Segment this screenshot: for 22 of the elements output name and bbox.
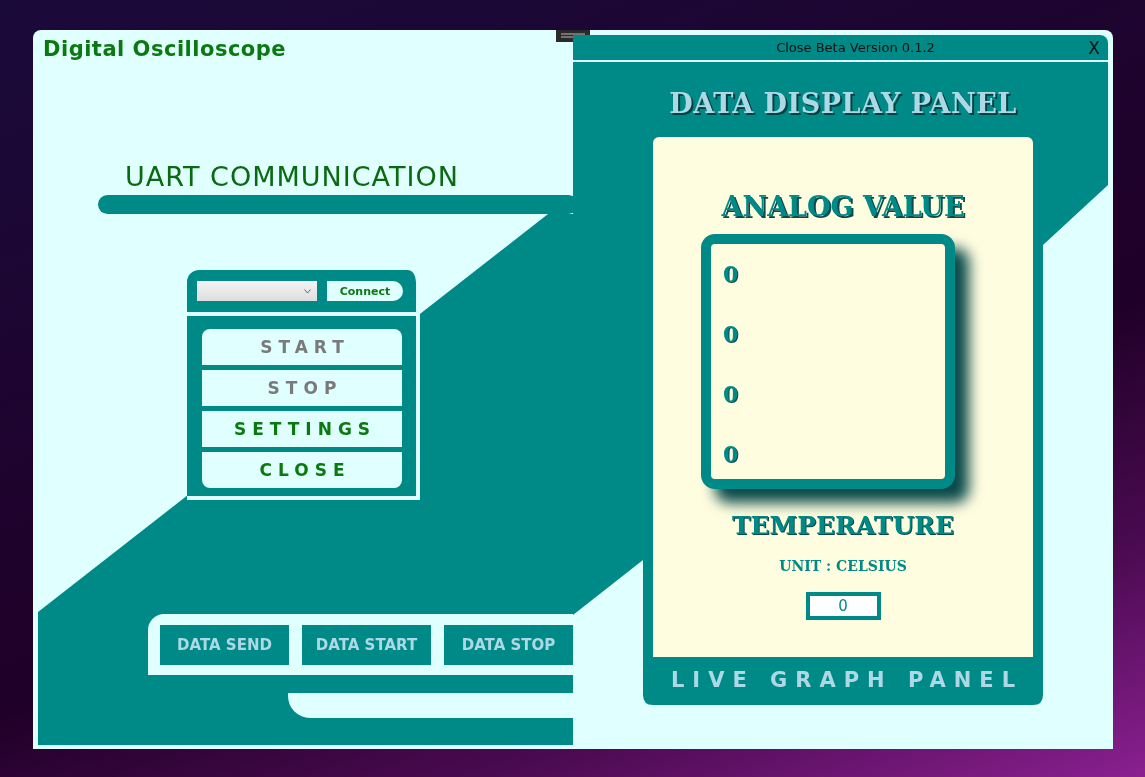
window-close-button[interactable]: X [1088,38,1100,58]
app-title: Digital Oscilloscope [43,37,287,63]
control-button[interactable]: SETTINGS [202,411,402,447]
live-graph-label[interactable]: LIVE GRAPH PANEL [662,668,1024,692]
temperature-field[interactable]: 0 [805,592,881,620]
temperature-heading: TEMPERATURE [731,511,955,540]
panel-heading: DATA DISPLAY PANEL [669,88,1017,121]
version-title: Close Beta Version 0.1.2 [776,40,935,55]
data-button[interactable]: DATA SEND [160,624,289,665]
connect-button[interactable]: Connect [327,281,403,301]
data-button[interactable]: DATA STOP [444,624,573,665]
analog-value: 0 [723,320,739,349]
port-dropdown[interactable] [197,281,317,301]
unit-label: UNIT : CELSIUS [779,558,907,574]
control-button[interactable]: CLOSE [202,452,402,488]
data-button[interactable]: DATA START [302,624,431,665]
analog-value: 0 [723,440,739,469]
analog-value: 0 [723,260,739,289]
caret-icon [304,288,311,294]
analog-heading: ANALOG VALUE [721,191,965,222]
analog-value: 0 [723,380,739,409]
section-title: UART COMMUNICATION [125,161,459,194]
